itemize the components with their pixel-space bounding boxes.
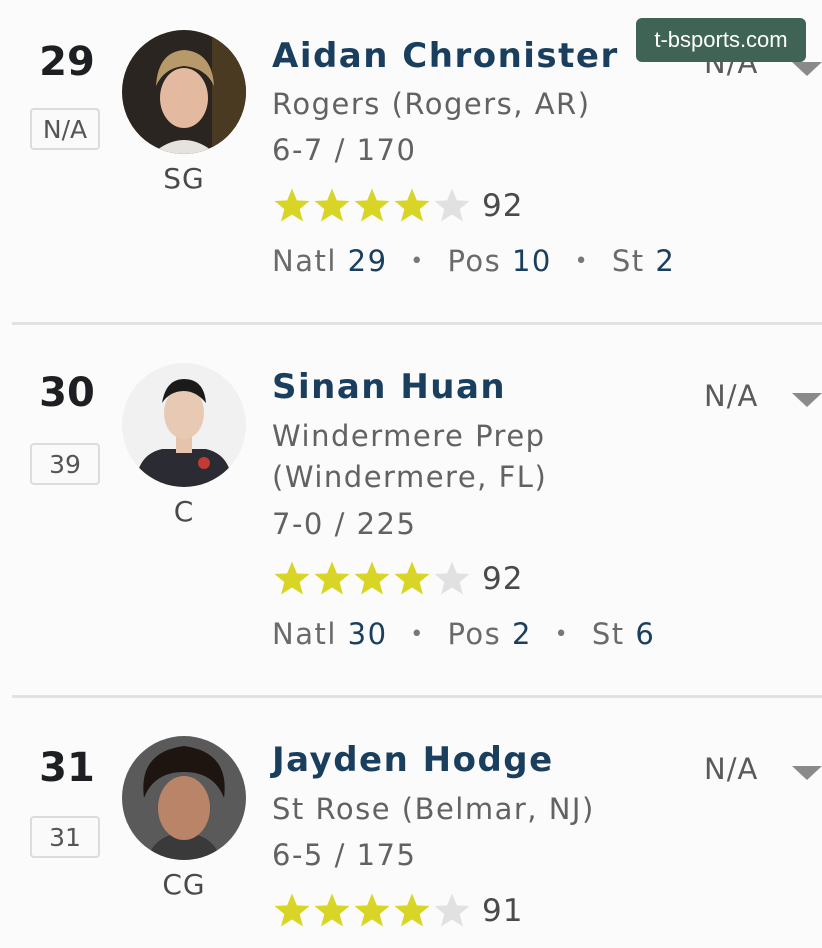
rating-score: 92 (482, 561, 524, 597)
star-icon (274, 893, 310, 927)
state-rank[interactable]: 2 (655, 244, 675, 278)
status-label: N/A (704, 752, 759, 786)
previous-rank-badge: N/A (30, 108, 100, 150)
st-label: St (591, 617, 625, 651)
chevron-down-icon[interactable] (792, 766, 822, 780)
star-empty-icon (434, 893, 470, 927)
rating-score: 91 (482, 893, 524, 929)
height-weight: 7-0 / 225 (272, 507, 417, 541)
rank-number: 29 (39, 39, 95, 85)
pos-rank[interactable]: 10 (512, 244, 552, 278)
rank-number: 30 (39, 370, 95, 416)
star-icon (314, 188, 350, 222)
height-weight: 6-5 / 175 (272, 838, 417, 872)
star-icon (394, 561, 430, 595)
state-rank[interactable]: 6 (635, 617, 655, 651)
rank-number: 31 (39, 745, 95, 791)
player-name-link[interactable]: Aidan Chronister (272, 36, 619, 76)
position-label: SG (163, 162, 205, 195)
star-rating: 92 (272, 559, 523, 599)
star-icon (394, 188, 430, 222)
star-empty-icon (434, 561, 470, 595)
pos-rank[interactable]: 2 (512, 617, 532, 651)
natl-label: Natl (272, 617, 337, 651)
player-name-link[interactable]: Sinan Huan (272, 367, 506, 407)
school-line: Windermere Prep (272, 419, 546, 453)
star-icon (354, 561, 390, 595)
separator-dot: • (554, 622, 570, 647)
star-rating: 92 (272, 186, 523, 226)
player-row[interactable]: 30 39 C Sinan Huan Windermere Prep (Wind… (0, 325, 822, 695)
chevron-down-icon[interactable] (792, 393, 822, 407)
player-name-link[interactable]: Jayden Hodge (272, 740, 554, 780)
separator-dot: • (410, 622, 425, 647)
school-line: St Rose (Belmar, NJ) (272, 792, 595, 826)
previous-rank-badge: 39 (30, 443, 100, 485)
status-label: N/A (704, 379, 759, 413)
pos-label: Pos (447, 244, 502, 278)
position-label: C (173, 495, 195, 528)
natl-label: Natl (272, 244, 337, 278)
watermark-badge: t-bsports.com (636, 18, 806, 62)
pos-label: Pos (447, 617, 502, 651)
star-icon (354, 188, 390, 222)
natl-rank[interactable]: 29 (348, 244, 388, 278)
st-label: St (611, 244, 645, 278)
separator-dot: • (574, 249, 590, 274)
chevron-down-icon[interactable] (792, 62, 822, 76)
star-icon (354, 893, 390, 927)
previous-rank-badge: 31 (30, 816, 100, 858)
star-icon (274, 188, 310, 222)
star-icon (274, 561, 310, 595)
player-avatar[interactable] (122, 30, 246, 154)
star-icon (394, 893, 430, 927)
height-weight: 6-7 / 170 (272, 133, 417, 167)
ranking-line: Natl 29 • Pos 10 • St 2 (272, 244, 675, 278)
natl-rank[interactable]: 30 (348, 617, 388, 651)
player-avatar[interactable] (122, 736, 246, 860)
player-row[interactable]: 31 31 CG Jayden Hodge St Rose (Belmar, N… (0, 698, 822, 948)
star-empty-icon (434, 188, 470, 222)
player-avatar[interactable] (122, 363, 246, 487)
ranking-line: Natl 30 • Pos 2 • St 6 (272, 617, 655, 651)
star-icon (314, 893, 350, 927)
star-rating: 91 (272, 891, 523, 931)
star-icon (314, 561, 350, 595)
school-line: Rogers (Rogers, AR) (272, 87, 591, 121)
separator-dot: • (410, 249, 425, 274)
school-line: (Windermere, FL) (272, 460, 548, 494)
rating-score: 92 (482, 188, 524, 224)
position-label: CG (162, 868, 206, 901)
